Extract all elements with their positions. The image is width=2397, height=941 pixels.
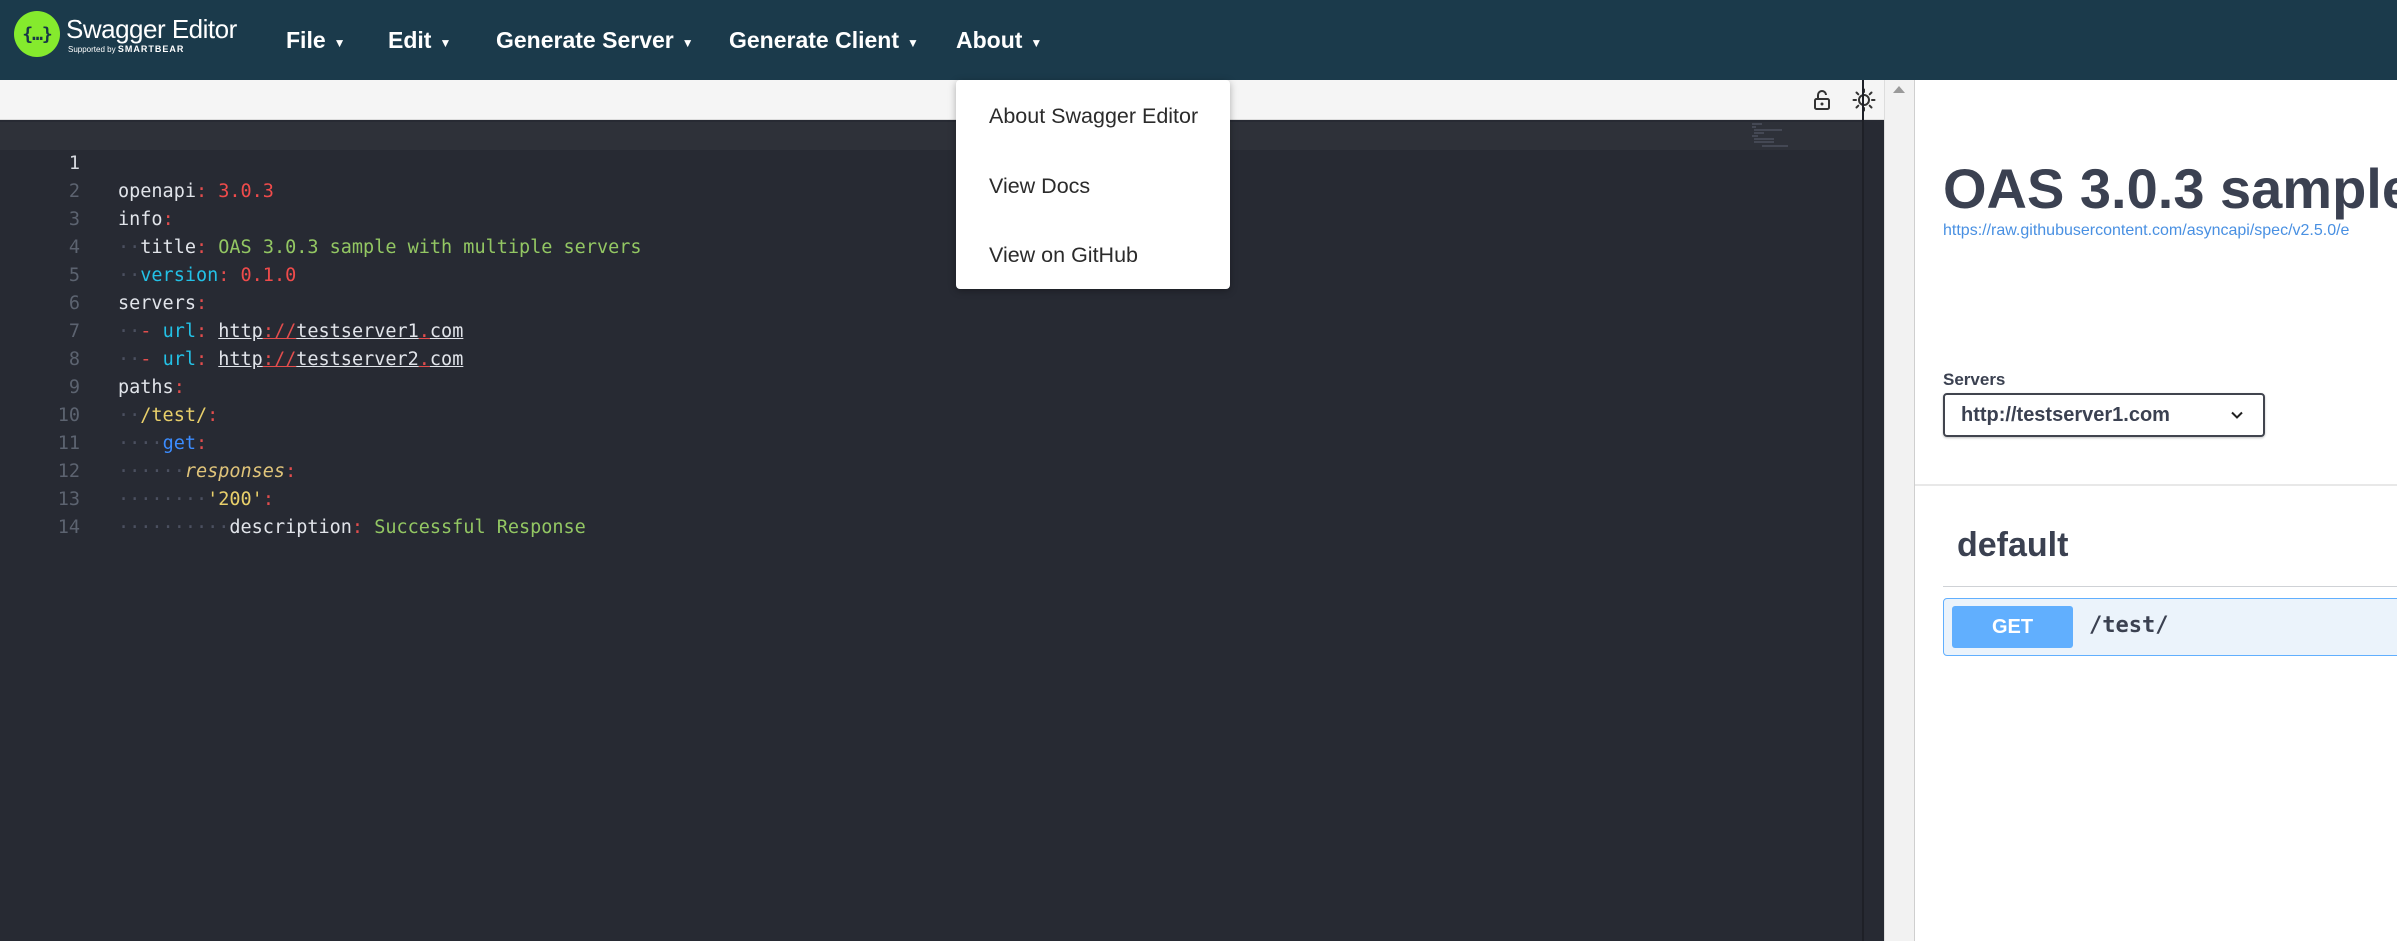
menu-item-view-on-github[interactable]: View on GitHub — [989, 243, 1138, 268]
swagger-editor-logo[interactable]: {…} Swagger Editor Supported by SMARTBEA… — [14, 11, 237, 57]
code-line[interactable]: 4 ··version: 0.1.0 — [0, 206, 1862, 286]
menu-about[interactable]: About ▼ — [956, 0, 1042, 80]
code-line[interactable]: 14 — [0, 486, 1862, 538]
yaml-value: Successful Response — [374, 517, 586, 538]
menu-generate-client[interactable]: Generate Client ▼ — [729, 0, 919, 80]
section-divider — [1915, 484, 2397, 486]
http-method-badge: GET — [1952, 606, 2073, 648]
caret-down-icon: ▼ — [907, 36, 919, 50]
caret-down-icon: ▼ — [681, 36, 694, 50]
code-line[interactable]: 13 ··········description: Successful Res… — [0, 458, 1862, 538]
operation-get-test[interactable]: GET /test/ — [1943, 598, 2397, 656]
servers-select[interactable]: http://testserver1.com — [1943, 393, 2265, 437]
code-line[interactable]: 2 info: — [0, 150, 1862, 230]
api-title: OAS 3.0.3 sample — [1943, 157, 2397, 220]
editor-divider — [1862, 80, 1864, 941]
code-line[interactable]: 3 ··title: OAS 3.0.3 sample with multipl… — [0, 178, 1862, 258]
menu-file-label: File — [286, 26, 326, 53]
spec-url-link[interactable]: https://raw.githubusercontent.com/asynca… — [1943, 222, 2349, 240]
menu-about-label: About — [956, 26, 1023, 53]
menu-generate-server-label: Generate Server — [496, 26, 674, 53]
yaml-key: description — [229, 517, 352, 538]
menu-item-about-swagger-editor[interactable]: About Swagger Editor — [989, 104, 1198, 129]
caret-down-icon: ▼ — [439, 36, 452, 50]
line-number: 14 — [57, 517, 80, 538]
swagger-ui-preview: OAS 3.0.3 sample https://raw.githubuserc… — [1914, 80, 2397, 941]
menu-file[interactable]: File ▼ — [286, 0, 346, 80]
code-line[interactable]: 6 ··- url: http://testserver1.com — [0, 262, 1862, 342]
top-navbar: {…} Swagger Editor Supported by SMARTBEA… — [0, 0, 2397, 80]
logo-text: Swagger Editor Supported by SMARTBEAR — [66, 14, 237, 55]
line-code: ··········description: Successful Respon… — [118, 517, 586, 538]
chevron-down-icon — [2231, 411, 2243, 419]
logo-subtitle-prefix: Supported by — [68, 44, 116, 54]
sun-icon[interactable] — [1852, 88, 1876, 112]
code-line[interactable]: 7 ··- url: http://testserver2.com — [0, 290, 1862, 370]
swagger-logo-icon: {…} — [14, 11, 60, 57]
code-line[interactable]: 9 ··/test/: — [0, 346, 1862, 426]
code-line[interactable]: 5 servers: — [0, 234, 1862, 314]
about-dropdown-menu: About Swagger Editor View Docs View on G… — [956, 80, 1230, 289]
logo-subtitle: Supported by SMARTBEAR — [68, 44, 237, 55]
caret-down-icon: ▼ — [1030, 36, 1043, 50]
code-line[interactable]: 1 openapi: 3.0.3 — [0, 122, 1862, 202]
logo-title: Swagger Editor — [66, 13, 237, 44]
code-line[interactable]: 10 ····get: — [0, 374, 1862, 454]
tag-underline — [1943, 586, 2397, 587]
editor-toolbar — [0, 80, 1884, 120]
editor-minimap[interactable] — [1752, 122, 1798, 148]
tag-section-title[interactable]: default — [1957, 526, 2068, 565]
logo-subtitle-brand: SMARTBEAR — [117, 43, 185, 54]
menu-edit[interactable]: Edit ▼ — [388, 0, 451, 80]
menu-generate-client-label: Generate Client — [729, 26, 899, 53]
code-line[interactable]: 8 paths: — [0, 318, 1862, 398]
servers-label: Servers — [1943, 370, 2006, 389]
menu-generate-server[interactable]: Generate Server ▼ — [496, 0, 694, 80]
scroll-up-arrow-icon[interactable] — [1893, 86, 1905, 93]
code-line[interactable]: 12 ········'200': — [0, 430, 1862, 510]
selected-server: http://testserver1.com — [1961, 403, 2170, 426]
code-line[interactable]: 11 ······responses: — [0, 402, 1862, 482]
editor-scrollbar[interactable] — [1884, 80, 1914, 941]
menu-edit-label: Edit — [388, 26, 432, 53]
menu-item-view-docs[interactable]: View Docs — [989, 174, 1090, 199]
unlock-icon[interactable] — [1810, 88, 1834, 112]
operation-path: /test/ — [2089, 613, 2169, 638]
code-editor[interactable]: 1 openapi: 3.0.3 2 info: 3 ··title: OAS … — [0, 120, 1862, 941]
caret-down-icon: ▼ — [333, 36, 346, 50]
